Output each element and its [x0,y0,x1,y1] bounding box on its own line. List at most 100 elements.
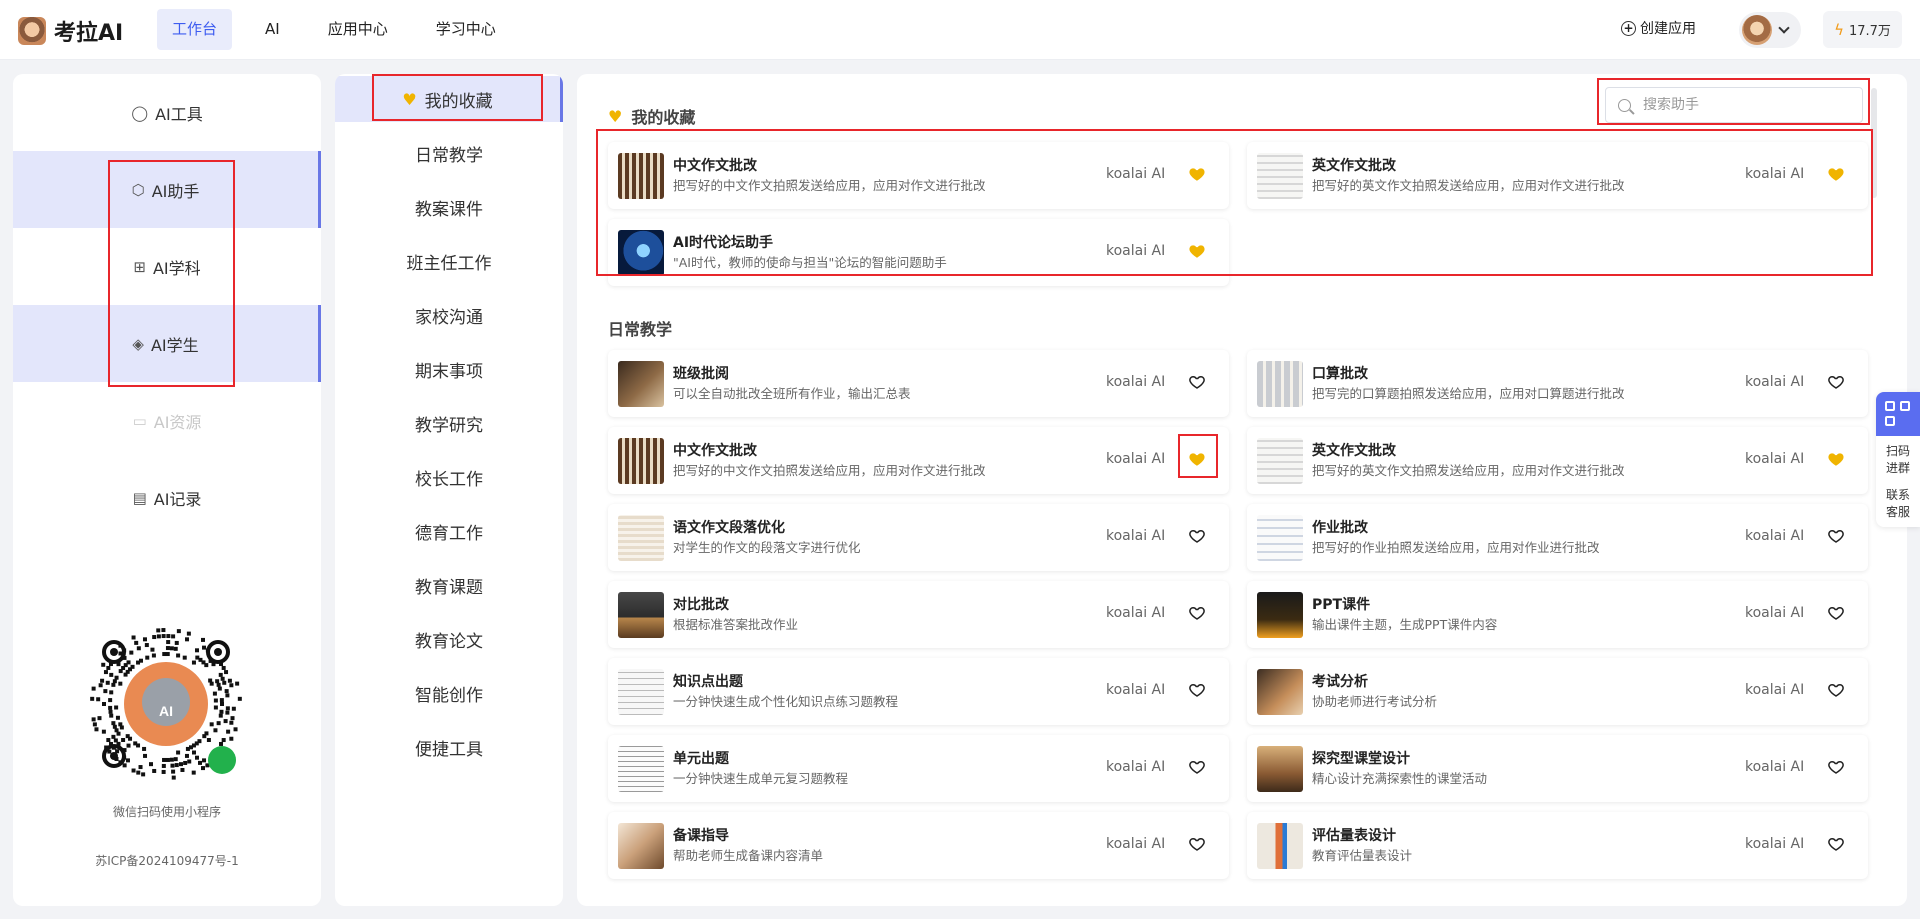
assistant-author: koalai AI [1106,682,1166,698]
scrollbar[interactable] [1871,88,1877,198]
assistant-card[interactable]: 作业批改把写好的作业拍照发送给应用，应用对作业进行批改 koalai AI [1247,504,1868,571]
assistant-thumbnail [618,360,664,407]
assistant-card[interactable]: 口算批改 把写完的口算题拍照发送给应用，应用对口算题进行批改 koalai AI [1247,350,1868,417]
favorite-heart-outline-icon[interactable] [1187,372,1207,392]
category-item-8[interactable]: 校长工作 [335,454,563,500]
graduation-cap-icon: ◈ [132,334,144,353]
card-text: 中文作文批改 把写好的中文作文拍照发送给应用，应用对作文进行批改 [673,156,1093,196]
category-item-13[interactable]: 便捷工具 [335,724,563,770]
assistant-card[interactable]: 备课指导 帮助老师生成备课内容清单 koalai AI [608,812,1229,879]
search-input[interactable] [1643,97,1843,113]
daily-section-title: 日常教学 [608,316,672,340]
assistant-card[interactable]: PPT课件 输出课件主题，生成PPT课件内容 koalai AI [1247,581,1868,648]
favorite-heart-outline-icon[interactable] [1826,603,1846,623]
left-menu-item-4[interactable]: ◈ AI学生 [13,305,321,382]
assistant-card[interactable]: 语文作文段落优化 对学生的作文的段落文字进行优化 koalai AI [608,504,1229,571]
left-menu-item-5[interactable]: ▭ AI资源 [13,382,321,459]
assistant-card[interactable]: 英文作文批改 把写好的英文作文拍照发送给应用，应用对作文进行批改 koalai AI [1247,142,1868,209]
assistant-thumbnail [1257,152,1303,199]
assistant-description: 可以全自动批改全班所有作业，输出汇总表 [673,385,911,401]
category-item-2[interactable]: 日常教学 [335,130,563,176]
left-menu-item-1[interactable]: ◯ AI工具 [13,74,321,151]
assistant-card[interactable]: 评估量表设计 教育评估量表设计 koalai AI [1247,812,1868,879]
category-item-7[interactable]: 教学研究 [335,400,563,446]
assistant-card[interactable]: 对比批改 根据标准答案批改作业 koalai AI [608,581,1229,648]
assistant-description: 把写好的英文作文拍照发送给应用，应用对作文进行批改 [1312,177,1625,193]
favorite-heart-outline-icon[interactable] [1826,834,1846,854]
category-item-3[interactable]: 教案课件 [335,184,563,230]
card-text: 英文作文批改 把写好的英文作文拍照发送给应用，应用对作文进行批改 [1312,156,1732,196]
card-text: AI时代论坛助手 "AI时代，教师的使命与担当"论坛的智能问题助手 [673,233,1093,273]
favorite-heart-filled-icon[interactable] [1187,449,1207,469]
logo[interactable]: 考拉AI [18,15,123,47]
assistant-description: 一分钟快速生成单元复习题教程 [673,770,849,786]
category-item-11[interactable]: 教育论文 [335,616,563,662]
favorite-heart-outline-icon[interactable] [1826,757,1846,777]
left-menu-item-6[interactable]: ▤ AI记录 [13,459,321,536]
nav-ai[interactable]: AI [250,9,295,50]
nav-workbench[interactable]: 工作台 [157,9,233,50]
card-text: 考试分析 协助老师进行考试分析 [1312,672,1732,712]
assistant-author: koalai AI [1745,528,1805,544]
assistant-title: 中文作文批改 [673,442,757,459]
category-label: 校长工作 [415,469,483,490]
favorite-heart-outline-icon[interactable] [1187,526,1207,546]
favorite-heart-filled-icon[interactable] [1826,449,1846,469]
left-sidebar: ◯ AI工具 ⬡ AI助手 ⊞ AI学科 ◈ AI学生 ▭ AI资源 ▤ AI记录 AI 微信扫码使用… [13,74,321,906]
contact-floater[interactable]: 扫码 进群 联系 客服 [1876,392,1920,527]
category-item-10[interactable]: 教育课题 [335,562,563,608]
category-label: 教育课题 [415,577,483,598]
assistant-author: koalai AI [1745,166,1805,182]
favorite-heart-outline-icon[interactable] [1826,372,1846,392]
card-text: 口算批改 把写完的口算题拍照发送给应用，应用对口算题进行批改 [1312,364,1732,404]
assistant-thumbnail [1257,514,1303,561]
assistant-card[interactable]: 探究型课堂设计 精心设计充满探索性的课堂活动 koalai AI [1247,735,1868,802]
nav-app-center[interactable]: 应用中心 [313,9,403,50]
create-app-button[interactable]: + 创建应用 [1621,18,1696,38]
assistant-title: 英文作文批改 [1312,442,1396,459]
assistant-card[interactable]: 班级批阅 可以全自动批改全班所有作业，输出汇总表 koalai AI [608,350,1229,417]
assistant-description: 把写好的作业拍照发送给应用，应用对作业进行批改 [1312,539,1600,555]
favorite-heart-filled-icon[interactable] [1187,164,1207,184]
icp-record[interactable]: 苏ICP备2024109477号-1 [13,852,321,869]
favorite-heart-outline-icon[interactable] [1826,680,1846,700]
favorite-heart-outline-icon[interactable] [1187,680,1207,700]
category-item-9[interactable]: 德育工作 [335,508,563,554]
favorite-heart-outline-icon[interactable] [1187,834,1207,854]
favorite-heart-outline-icon[interactable] [1187,757,1207,777]
favorite-heart-outline-icon[interactable] [1826,526,1846,546]
card-text: 班级批阅 可以全自动批改全班所有作业，输出汇总表 [673,364,1093,404]
category-item-6[interactable]: 期末事项 [335,346,563,392]
category-item-5[interactable]: 家校沟通 [335,292,563,338]
points-badge[interactable]: ϟ 17.7万 [1823,11,1902,48]
favorite-heart-filled-icon[interactable] [1826,164,1846,184]
card-text: 备课指导 帮助老师生成备课内容清单 [673,826,1093,866]
left-menu-label: AI助手 [151,181,200,201]
left-menu-item-2[interactable]: ⬡ AI助手 [13,151,321,228]
category-item-4[interactable]: 班主任工作 [335,238,563,284]
assistant-thumbnail [618,514,664,561]
assistant-thumbnail [1257,360,1303,407]
card-text: 知识点出题 一分钟快速生成个性化知识点练习题教程 [673,672,1093,712]
assistant-card[interactable]: 中文作文批改 把写好的中文作文拍照发送给应用，应用对作文进行批改 koalai AI [608,142,1229,209]
assistant-card[interactable]: 单元出题 一分钟快速生成单元复习题教程 koalai AI [608,735,1229,802]
assistant-card[interactable]: 考试分析 协助老师进行考试分析 koalai AI [1247,658,1868,725]
user-menu[interactable] [1739,12,1801,48]
search-box[interactable] [1605,87,1863,123]
favorite-heart-filled-icon[interactable] [1187,241,1207,261]
category-item-1[interactable]: ♥ 我的收藏 [335,76,563,122]
assistant-author: koalai AI [1106,528,1166,544]
left-menu-item-3[interactable]: ⊞ AI学科 [13,228,321,305]
category-item-12[interactable]: 智能创作 [335,670,563,716]
favorite-heart-outline-icon[interactable] [1187,603,1207,623]
assistant-title: 作业批改 [1312,519,1368,536]
assistant-card[interactable]: AI时代论坛助手 "AI时代，教师的使命与担当"论坛的智能问题助手 koalai A… [608,219,1229,286]
qr-scan-icon [1876,392,1920,436]
assistant-card[interactable]: 中文作文批改 把写好的中文作文拍照发送给应用，应用对作文进行批改 koalai AI [608,427,1229,494]
assistant-title: 单元出题 [673,750,729,767]
assistant-card[interactable]: 英文作文批改 把写好的英文作文拍照发送给应用，应用对作文进行批改 koalai AI [1247,427,1868,494]
card-text: 探究型课堂设计 精心设计充满探索性的课堂活动 [1312,749,1732,789]
assistant-card[interactable]: 知识点出题 一分钟快速生成个性化知识点练习题教程 koalai AI [608,658,1229,725]
nav-learning-center[interactable]: 学习中心 [421,9,511,50]
heart-icon: ♥ [402,89,417,109]
